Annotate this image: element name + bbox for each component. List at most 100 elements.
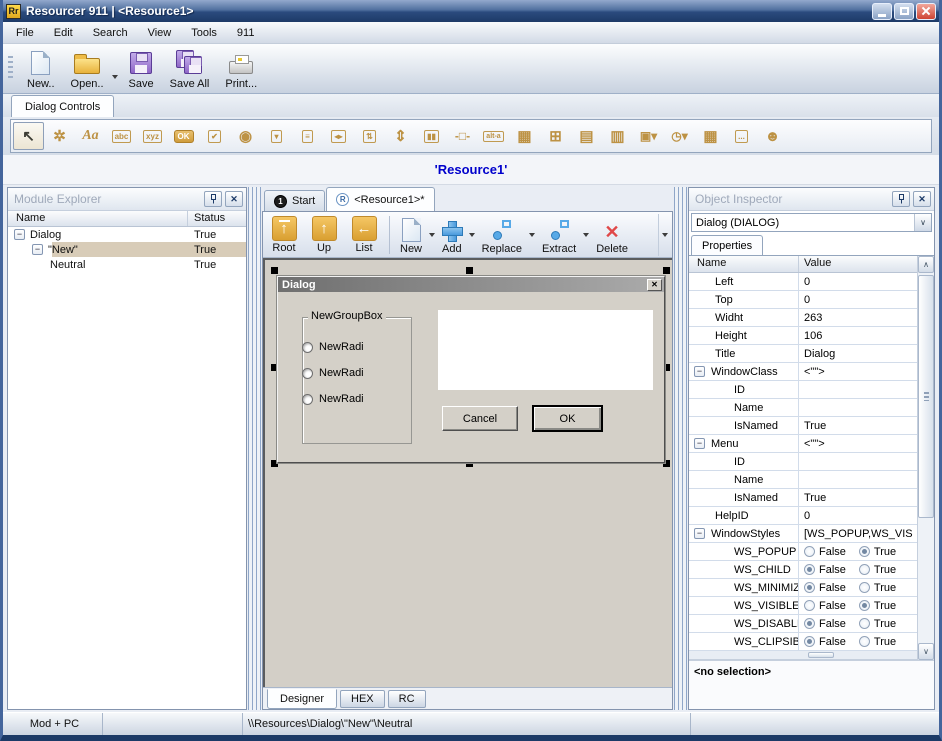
property-row[interactable]: WS_POPUPFalseTrue xyxy=(689,543,917,561)
property-row[interactable]: −Menu<""> xyxy=(689,435,917,453)
extract-button[interactable]: Extract xyxy=(537,215,581,255)
extract-dropdown-arrow[interactable] xyxy=(583,233,589,237)
v-scroll-thumb[interactable] xyxy=(918,275,934,518)
object-selector-dropdown[interactable]: Dialog (DIALOG) ∨ xyxy=(691,213,932,232)
property-row[interactable]: IsNamedTrue xyxy=(689,489,917,507)
new-dropdown-arrow[interactable] xyxy=(429,233,435,237)
designed-dialog-titlebar[interactable]: Dialog ✕ xyxy=(278,277,664,292)
menu-edit[interactable]: Edit xyxy=(44,24,83,42)
tree-view-icon[interactable]: ⊞ xyxy=(540,122,571,150)
tree-row[interactable]: NeutralTrue xyxy=(8,257,246,272)
designed-radio-button[interactable]: NewRadi xyxy=(302,367,364,379)
combo-box-icon[interactable]: ▾ xyxy=(261,122,292,150)
column-name[interactable]: Name xyxy=(8,211,188,226)
hot-key-icon[interactable]: alt-a xyxy=(478,122,509,150)
grid-vertical-scrollbar[interactable]: ∧ ∨ xyxy=(917,256,934,660)
replace-button[interactable]: Replace xyxy=(477,215,527,255)
progress-bar-icon[interactable]: ▮▮ xyxy=(416,122,447,150)
tab-control-icon[interactable]: ▤ xyxy=(571,122,602,150)
property-value[interactable]: 0 xyxy=(804,510,810,522)
tree-row[interactable]: −DialogTrue xyxy=(8,227,246,242)
radio-false[interactable] xyxy=(804,564,815,575)
property-row[interactable]: −WindowStyles[WS_POPUP,WS_VIS xyxy=(689,525,917,543)
collapse-icon[interactable]: − xyxy=(694,528,705,539)
property-row[interactable]: HelpID0 xyxy=(689,507,917,525)
property-value[interactable]: 106 xyxy=(804,330,822,342)
scroll-up-button[interactable]: ∧ xyxy=(918,256,934,273)
horizontal-scrollbar-icon[interactable]: ◂▸ xyxy=(323,122,354,150)
tab-rc[interactable]: RC xyxy=(388,690,426,708)
maximize-button[interactable] xyxy=(894,3,914,20)
tab-designer[interactable]: Designer xyxy=(267,689,337,709)
property-row[interactable]: Name xyxy=(689,471,917,489)
collapse-icon[interactable]: − xyxy=(14,229,25,240)
selection-handle[interactable] xyxy=(271,267,278,274)
select-cursor-icon[interactable]: ↖ xyxy=(13,122,44,150)
scroll-down-button[interactable]: ∨ xyxy=(918,643,934,660)
radio-true[interactable] xyxy=(859,582,870,593)
tree-row[interactable]: −"New"True xyxy=(8,242,246,257)
minimize-button[interactable] xyxy=(872,3,892,20)
root-button[interactable]: ↑ Root xyxy=(264,216,304,254)
up-down-icon[interactable]: ⇕ xyxy=(385,122,416,150)
module-explorer-close-button[interactable]: ✕ xyxy=(225,191,243,207)
radio-true[interactable] xyxy=(859,618,870,629)
property-value[interactable]: True xyxy=(804,492,826,504)
property-row[interactable]: WS_CHILDFalseTrue xyxy=(689,561,917,579)
slider-icon[interactable]: -□- xyxy=(447,122,478,150)
designed-groupbox[interactable]: NewGroupBox xyxy=(302,317,412,444)
tab-properties[interactable]: Properties xyxy=(691,235,763,255)
designed-cancel-button[interactable]: Cancel xyxy=(442,406,518,431)
radio-false[interactable] xyxy=(804,546,815,557)
property-row[interactable]: IsNamedTrue xyxy=(689,417,917,435)
edit-box-icon[interactable]: abc xyxy=(106,122,137,150)
radio-false[interactable] xyxy=(804,600,815,611)
property-row[interactable]: ID xyxy=(689,381,917,399)
property-value[interactable]: <""> xyxy=(804,438,825,450)
designer-surface[interactable]: Dialog ✕ NewGroupBox NewRadiNewRadiNewRa… xyxy=(263,258,672,687)
radio-true[interactable] xyxy=(859,546,870,557)
dropdown-chevron-button[interactable]: ∨ xyxy=(914,214,931,231)
user-control-icon[interactable]: ☻ xyxy=(757,122,788,150)
module-explorer-pin-button[interactable] xyxy=(204,191,222,207)
static-text-icon[interactable]: Aa xyxy=(75,122,106,150)
property-row[interactable]: TitleDialog xyxy=(689,345,917,363)
month-calendar-icon[interactable]: ▦ xyxy=(695,122,726,150)
property-row[interactable]: WS_CLIPSIBLFalseTrue xyxy=(689,633,917,651)
menu-file[interactable]: File xyxy=(6,24,44,42)
property-value[interactable]: Dialog xyxy=(804,348,835,360)
designed-dialog[interactable]: Dialog ✕ NewGroupBox NewRadiNewRadiNewRa… xyxy=(277,276,665,463)
property-value[interactable]: 0 xyxy=(804,294,810,306)
list-button[interactable]: ← List xyxy=(344,216,384,254)
list-view-icon[interactable]: ▦ xyxy=(509,122,540,150)
property-value[interactable]: 0 xyxy=(804,276,810,288)
tab-dialog-controls[interactable]: Dialog Controls xyxy=(11,95,114,117)
replace-dropdown-arrow[interactable] xyxy=(529,233,535,237)
tab-hex[interactable]: HEX xyxy=(340,690,385,708)
property-row[interactable]: WS_VISIBLEFalseTrue xyxy=(689,597,917,615)
designed-dialog-close-button[interactable]: ✕ xyxy=(647,279,662,291)
property-value[interactable]: True xyxy=(804,420,826,432)
designed-white-box[interactable] xyxy=(438,310,653,390)
new-resource-button[interactable]: New xyxy=(395,215,427,255)
selection-handle[interactable] xyxy=(466,267,473,274)
collapse-icon[interactable]: − xyxy=(32,244,43,255)
column-status[interactable]: Status xyxy=(188,211,246,226)
print-button[interactable]: Print... xyxy=(217,47,265,91)
property-value[interactable]: [WS_POPUP,WS_VIS xyxy=(804,528,913,540)
h-scroll-thumb[interactable] xyxy=(808,652,834,658)
grid-column-value[interactable]: Value xyxy=(799,256,917,272)
menu-view[interactable]: View xyxy=(138,24,182,42)
radio-false[interactable] xyxy=(804,582,815,593)
left-splitter[interactable] xyxy=(248,187,261,710)
property-row[interactable]: Left0 xyxy=(689,273,917,291)
radio-false[interactable] xyxy=(804,618,815,629)
designed-radio-button[interactable]: NewRadi xyxy=(302,393,364,405)
right-splitter[interactable] xyxy=(674,187,687,710)
menu-tools[interactable]: Tools xyxy=(181,24,227,42)
collapse-icon[interactable]: − xyxy=(694,438,705,449)
datetime-picker-icon[interactable]: ◷▾ xyxy=(664,122,695,150)
property-row[interactable]: Height106 xyxy=(689,327,917,345)
designed-ok-button[interactable]: OK xyxy=(532,405,603,432)
radio-false[interactable] xyxy=(804,636,815,647)
